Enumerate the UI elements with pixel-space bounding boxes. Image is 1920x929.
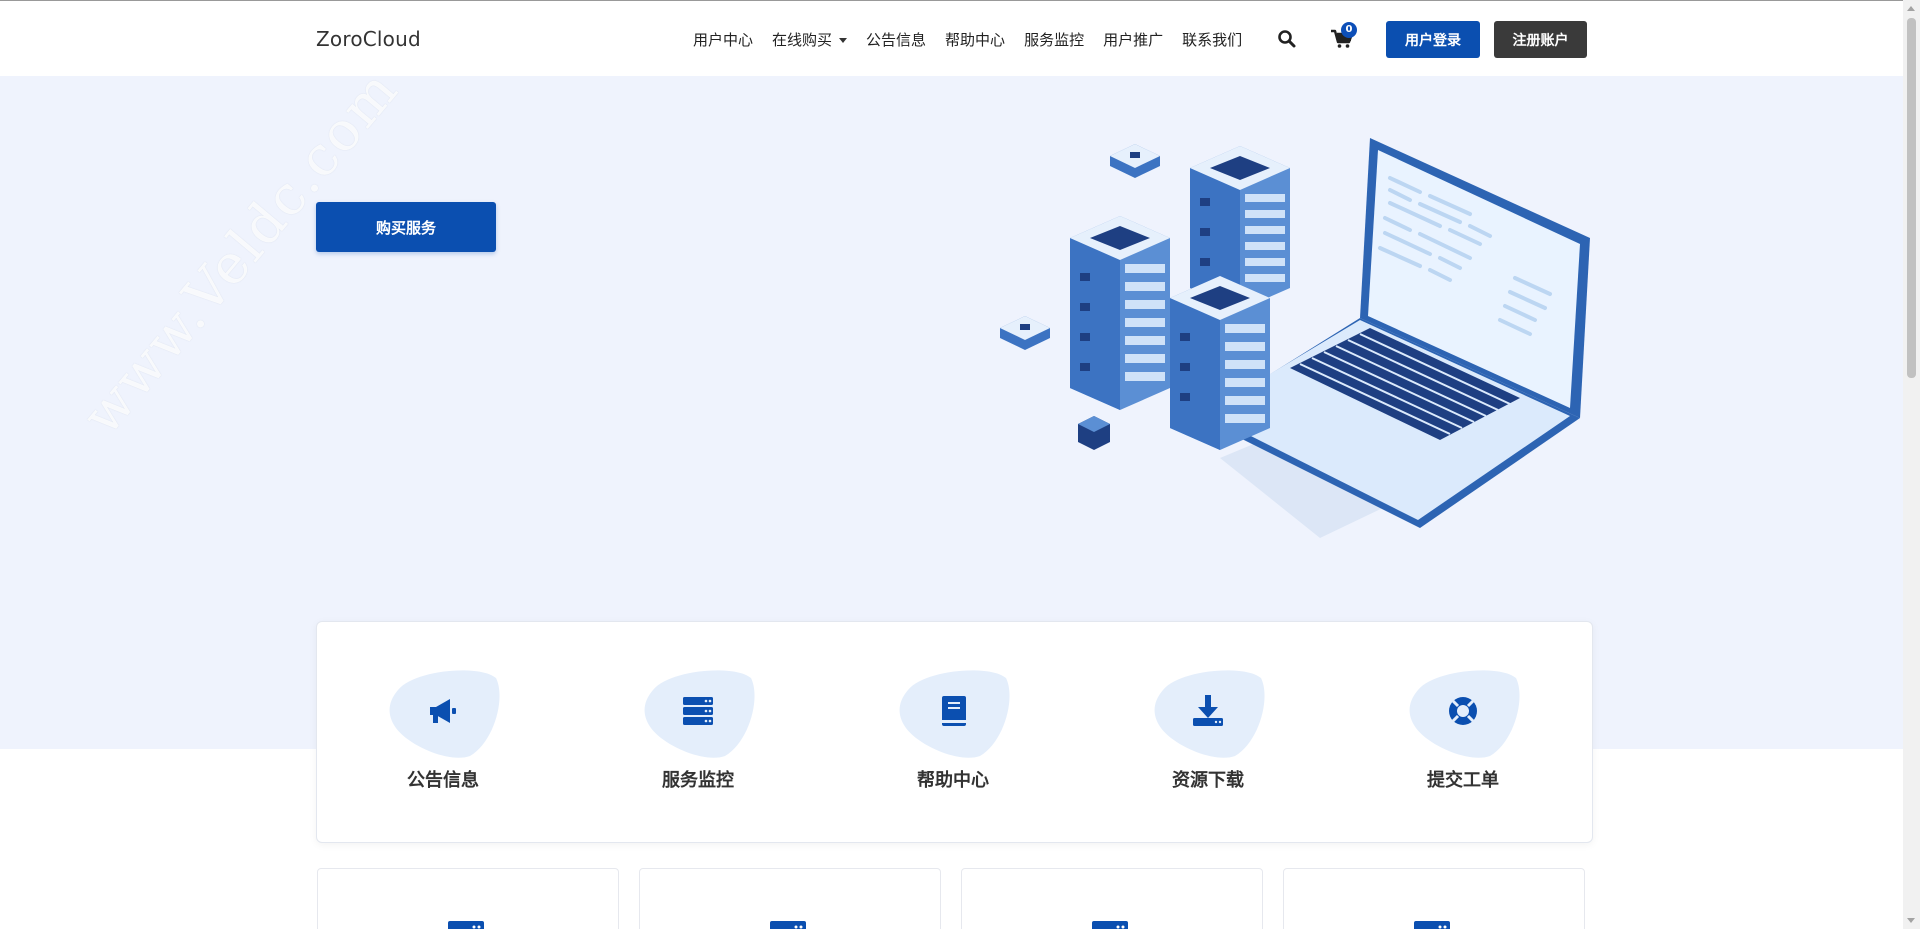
nav-user-center-label: 用户中心	[693, 31, 754, 49]
servers-and-laptop-illustration	[1000, 138, 1590, 538]
server-icon	[683, 697, 713, 725]
main-nav: 用户中心 在线购买 公告信息 帮助中心 服务监控 用户推广 联系我们	[693, 29, 1261, 50]
nav-contact[interactable]: 联系我们	[1182, 29, 1242, 50]
login-button[interactable]: 用户登录	[1386, 21, 1480, 58]
scroll-down-arrow-icon[interactable]	[1907, 918, 1915, 923]
nav-announcements[interactable]: 公告信息	[866, 29, 926, 50]
nav-contact-label: 联系我们	[1182, 31, 1243, 49]
navbar: ZoroCloud 用户中心 在线购买 公告信息 帮助中心 服务监控 用户推广 …	[0, 1, 1903, 76]
feature-blob	[384, 668, 502, 758]
megaphone-icon	[430, 699, 456, 723]
lifebuoy-icon	[1449, 697, 1477, 725]
nav-help-center[interactable]: 帮助中心	[945, 29, 1005, 50]
download-icon	[1193, 695, 1223, 726]
nav-online-purchase-label: 在线购买	[772, 31, 833, 49]
page-scrollbar[interactable]	[1903, 0, 1920, 929]
feature-downloads[interactable]: 资源下载	[1138, 668, 1278, 792]
feature-label: 服务监控	[662, 770, 734, 791]
feature-blob	[894, 668, 1012, 758]
plan-card[interactable]	[317, 868, 619, 929]
book-icon	[942, 696, 966, 726]
chevron-down-icon	[839, 37, 848, 43]
nav-affiliate[interactable]: 用户推广	[1103, 29, 1163, 50]
brand-logo[interactable]: ZoroCloud	[316, 27, 421, 51]
feature-announcements[interactable]: 公告信息	[373, 668, 513, 792]
nav-service-monitor-label: 服务监控	[1024, 31, 1085, 49]
server-icon	[770, 921, 806, 929]
watermark-text: www.Veldc.com	[70, 57, 411, 447]
feature-blob	[639, 668, 757, 758]
feature-label: 提交工单	[1427, 770, 1499, 791]
server-icon	[1092, 921, 1128, 929]
nav-announcements-label: 公告信息	[866, 31, 927, 49]
nav-online-purchase[interactable]: 在线购买	[772, 29, 848, 50]
plan-card[interactable]	[639, 868, 941, 929]
plan-card[interactable]	[1283, 868, 1585, 929]
nav-user-center[interactable]: 用户中心	[693, 29, 753, 50]
plan-card[interactable]	[961, 868, 1263, 929]
feature-label: 帮助中心	[917, 770, 989, 791]
search-icon[interactable]	[1277, 29, 1297, 49]
nav-help-center-label: 帮助中心	[945, 31, 1006, 49]
nav-service-monitor[interactable]: 服务监控	[1024, 29, 1084, 50]
scroll-up-arrow-icon[interactable]	[1907, 6, 1915, 11]
quick-links-card: 公告信息 服务监控 帮助中心 资源下载 提交工单	[316, 621, 1593, 843]
nav-affiliate-label: 用户推广	[1103, 31, 1164, 49]
feature-submit-ticket[interactable]: 提交工单	[1393, 668, 1533, 792]
server-icon	[1414, 921, 1450, 929]
feature-label: 资源下载	[1172, 770, 1244, 791]
feature-blob	[1149, 668, 1267, 758]
page: ZoroCloud 用户中心 在线购买 公告信息 帮助中心 服务监控 用户推广 …	[0, 0, 1903, 929]
feature-blob	[1404, 668, 1522, 758]
buy-service-button[interactable]: 购买服务	[316, 202, 496, 252]
cart-count-badge: 0	[1341, 22, 1357, 38]
feature-help-center[interactable]: 帮助中心	[883, 668, 1023, 792]
feature-label: 公告信息	[407, 770, 479, 791]
feature-service-monitor[interactable]: 服务监控	[628, 668, 768, 792]
scroll-thumb[interactable]	[1907, 18, 1916, 378]
register-button[interactable]: 注册账户	[1494, 21, 1587, 58]
server-icon	[448, 921, 484, 929]
